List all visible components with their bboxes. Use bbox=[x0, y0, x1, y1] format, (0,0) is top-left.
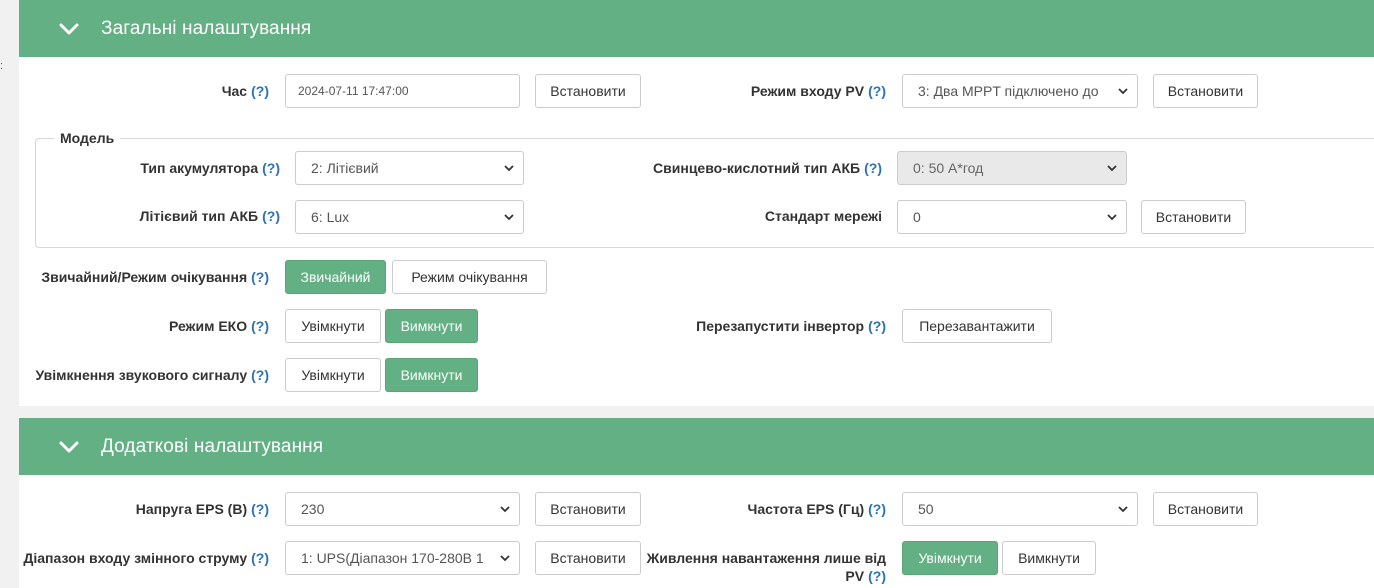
ac-range-set-button[interactable]: Встановити bbox=[535, 541, 641, 575]
chevron-down-icon bbox=[504, 214, 514, 221]
restart-inverter-button[interactable]: Перезавантажити bbox=[902, 309, 1052, 343]
grid-standard-label: Стандарт мережі bbox=[764, 208, 882, 224]
eps-frequency-help[interactable]: (?) bbox=[868, 501, 886, 517]
grid-standard-value: 0 bbox=[913, 209, 921, 225]
time-set-button[interactable]: Встановити bbox=[535, 74, 641, 108]
ac-range-value: 1: UPS(Діапазон 170-280В 1 bbox=[301, 550, 484, 566]
pv-mode-select[interactable]: 3: Два MPPT підключено до bbox=[902, 74, 1138, 108]
pv-mode-label: Режим входу PV (?) bbox=[750, 83, 886, 99]
normal-standby-label: Звичайний/Режим очікування (?) bbox=[41, 269, 269, 285]
additional-settings-title: Додаткові налаштування bbox=[101, 435, 324, 457]
pv-only-load-off-button[interactable]: Вимкнути bbox=[1002, 541, 1096, 575]
eps-frequency-label: Частота EPS (Гц) (?) bbox=[747, 501, 886, 517]
chevron-down-icon bbox=[504, 165, 514, 172]
eps-frequency-set-button[interactable]: Встановити bbox=[1153, 492, 1258, 526]
lithium-type-help[interactable]: (?) bbox=[262, 208, 280, 224]
eps-voltage-label: Напруга EPS (В) (?) bbox=[135, 501, 269, 517]
time-help[interactable]: (?) bbox=[251, 83, 269, 99]
lithium-type-label: Літієвий тип АКБ (?) bbox=[139, 208, 280, 224]
edge-mark: : bbox=[0, 60, 4, 72]
buzzer-help[interactable]: (?) bbox=[251, 367, 269, 383]
lead-acid-type-value: 0: 50 А*год bbox=[913, 160, 984, 176]
lead-acid-type-select: 0: 50 А*год bbox=[897, 151, 1127, 185]
chevron-down-icon bbox=[59, 441, 79, 452]
grid-standard-set-button[interactable]: Встановити bbox=[1141, 200, 1246, 234]
eco-off-button[interactable]: Вимкнути bbox=[385, 309, 478, 343]
general-settings-title: Загальні налаштування bbox=[101, 17, 312, 39]
chevron-down-icon bbox=[1118, 506, 1128, 513]
time-label: Час (?) bbox=[221, 83, 269, 99]
restart-inverter-label: Перезапустити інвертор (?) bbox=[696, 318, 886, 334]
time-input[interactable]: 2024-07-11 17:47:00 bbox=[285, 74, 520, 108]
lithium-type-value: 6: Lux bbox=[311, 209, 350, 225]
eco-on-button[interactable]: Увімкнути bbox=[285, 309, 381, 343]
chevron-down-icon bbox=[1107, 214, 1117, 221]
pv-only-load-label: Живлення навантаження лише від PV (?) bbox=[646, 550, 886, 584]
eco-mode-label: Режим ЕКО (?) bbox=[168, 318, 269, 334]
ac-range-label: Діапазон входу змінного струму (?) bbox=[23, 550, 269, 566]
additional-settings-header[interactable]: Додаткові налаштування bbox=[19, 418, 1374, 475]
eps-frequency-value: 50 bbox=[918, 501, 934, 517]
buzzer-off-button[interactable]: Вимкнути bbox=[385, 358, 478, 392]
pv-mode-set-button[interactable]: Встановити bbox=[1153, 74, 1258, 108]
chevron-down-icon bbox=[500, 506, 510, 513]
battery-type-help[interactable]: (?) bbox=[262, 160, 280, 176]
chevron-down-icon bbox=[1118, 88, 1128, 95]
ac-range-select[interactable]: 1: UPS(Діапазон 170-280В 1 bbox=[285, 541, 520, 575]
eps-frequency-select[interactable]: 50 bbox=[902, 492, 1138, 526]
eps-voltage-value: 230 bbox=[301, 501, 325, 517]
pv-mode-help[interactable]: (?) bbox=[868, 83, 886, 99]
chevron-down-icon bbox=[59, 23, 79, 34]
pv-only-load-on-button[interactable]: Увімкнути bbox=[902, 541, 998, 575]
eps-voltage-set-button[interactable]: Встановити bbox=[535, 492, 641, 526]
eps-voltage-help[interactable]: (?) bbox=[251, 501, 269, 517]
ac-range-help[interactable]: (?) bbox=[251, 550, 269, 566]
chevron-down-icon bbox=[500, 555, 510, 562]
normal-mode-button[interactable]: Звичайний bbox=[285, 260, 386, 294]
lead-acid-type-label: Свинцево-кислотний тип АКБ (?) bbox=[653, 160, 882, 176]
battery-type-select[interactable]: 2: Літієвий bbox=[295, 151, 524, 185]
lead-acid-type-help[interactable]: (?) bbox=[864, 160, 882, 176]
pv-only-load-help[interactable]: (?) bbox=[868, 568, 886, 584]
lithium-type-select[interactable]: 6: Lux bbox=[295, 200, 524, 234]
battery-type-value: 2: Літієвий bbox=[311, 160, 379, 176]
model-legend: Модель bbox=[54, 130, 121, 146]
standby-mode-button[interactable]: Режим очікування bbox=[392, 260, 547, 294]
buzzer-label: Увімкнення звукового сигналу (?) bbox=[35, 367, 269, 383]
eco-mode-help[interactable]: (?) bbox=[251, 318, 269, 334]
buzzer-on-button[interactable]: Увімкнути bbox=[285, 358, 381, 392]
general-settings-header[interactable]: Загальні налаштування bbox=[19, 0, 1374, 57]
restart-inverter-help[interactable]: (?) bbox=[868, 318, 886, 334]
pv-mode-value: 3: Два MPPT підключено до bbox=[918, 83, 1099, 99]
battery-type-label: Тип акумулятора (?) bbox=[140, 160, 280, 176]
chevron-down-icon bbox=[1107, 165, 1117, 172]
normal-standby-help[interactable]: (?) bbox=[251, 269, 269, 285]
eps-voltage-select[interactable]: 230 bbox=[285, 492, 520, 526]
grid-standard-select[interactable]: 0 bbox=[897, 200, 1127, 234]
